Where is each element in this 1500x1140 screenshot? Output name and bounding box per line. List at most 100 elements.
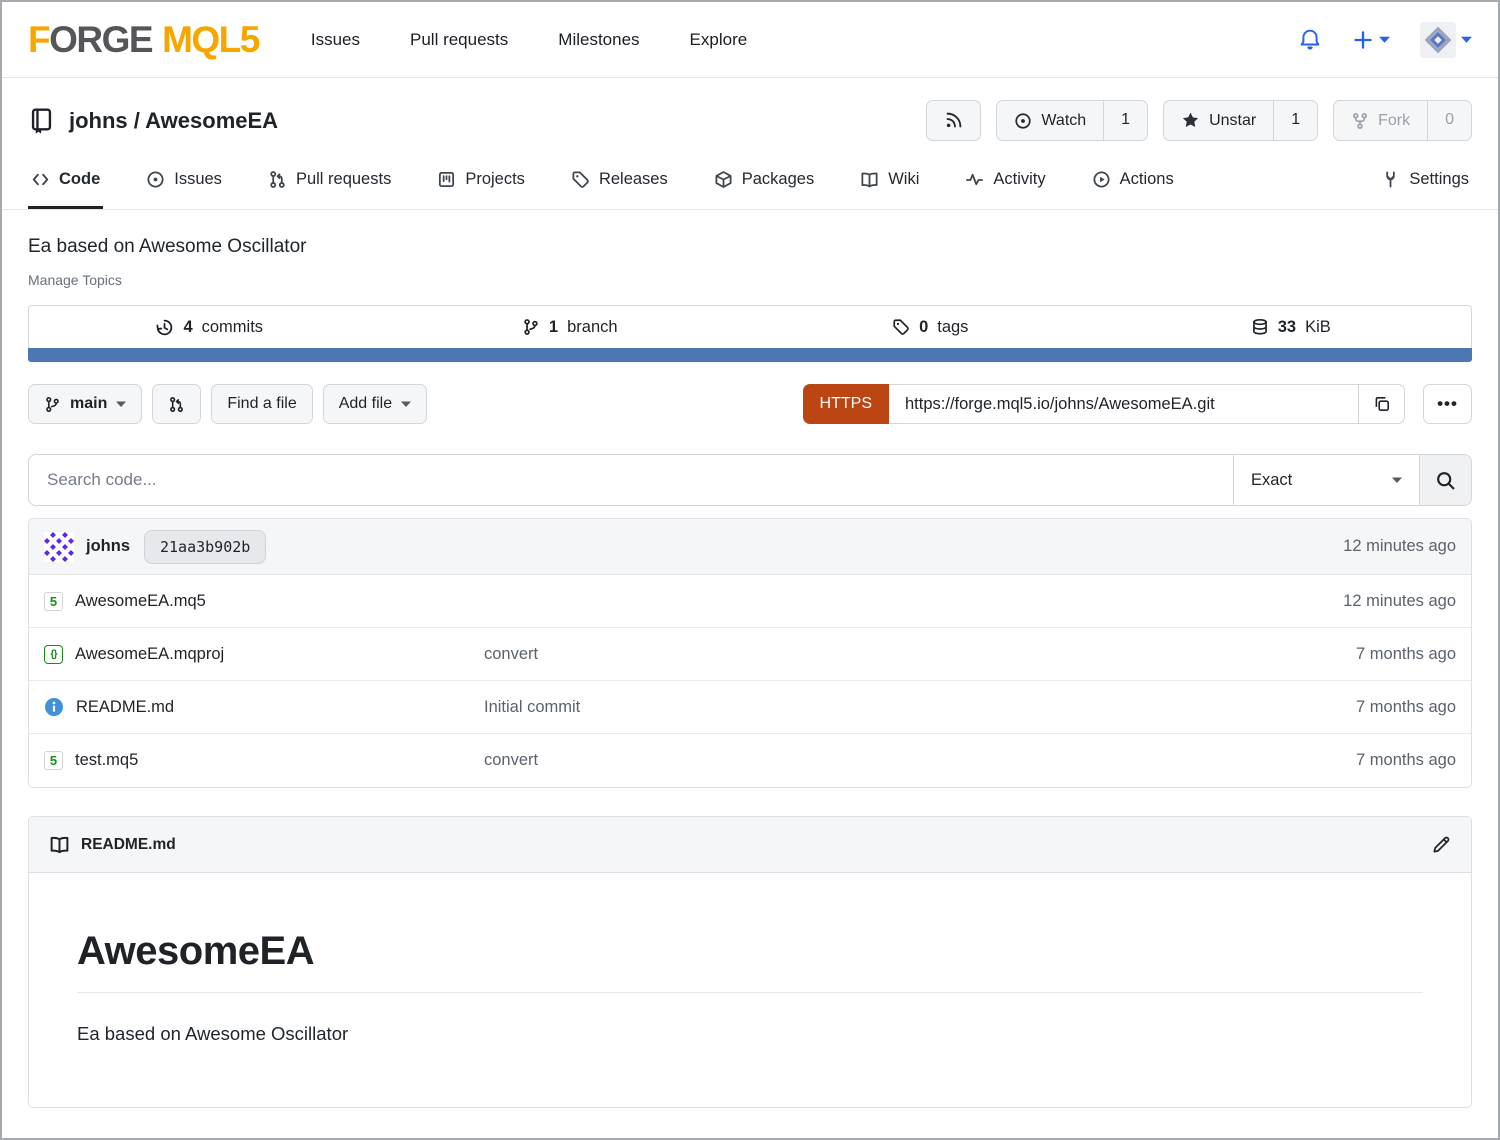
nav-right-actions <box>1298 22 1472 58</box>
tab-projects[interactable]: Projects <box>434 153 528 209</box>
readme-info-icon <box>44 697 64 717</box>
stat-size[interactable]: 33KiB <box>1111 306 1472 348</box>
https-protocol-button[interactable]: HTTPS <box>803 384 889 424</box>
branch-icon <box>44 396 61 413</box>
repo-book-icon <box>28 107 55 134</box>
book-open-icon <box>49 834 70 855</box>
file-row: 5 test.mq5 convert 7 months ago <box>29 734 1471 787</box>
logo-mql5: MQL5 <box>162 19 259 61</box>
repo-header: johns / AwesomeEA Watch 1 Unstar 1 <box>2 78 1498 153</box>
tab-settings[interactable]: Settings <box>1378 153 1472 209</box>
star-icon <box>1181 111 1200 130</box>
nav-link-milestones[interactable]: Milestones <box>558 30 639 50</box>
create-new-button[interactable] <box>1352 29 1390 51</box>
book-open-icon <box>860 170 879 189</box>
add-file-button[interactable]: Add file <box>323 384 427 424</box>
repo-actions: Watch 1 Unstar 1 Fork 0 <box>926 100 1472 141</box>
find-file-button[interactable]: Find a file <box>211 384 312 424</box>
clone-more-button[interactable]: ••• <box>1423 384 1472 424</box>
chevron-down-icon <box>1461 36 1472 43</box>
logo-forge-f: F <box>28 19 49 61</box>
file-table: johns 21aa3b902b 12 minutes ago 5 Awesom… <box>28 518 1472 788</box>
clone-url-input[interactable] <box>889 384 1359 424</box>
mq5-file-icon: 5 <box>44 592 63 611</box>
pencil-icon <box>1431 835 1451 855</box>
mqproj-file-icon: {} <box>44 645 63 664</box>
code-toolbar: main Find a file Add file HTTPS ••• <box>28 384 1472 424</box>
commit-hash[interactable]: 21aa3b902b <box>144 530 266 564</box>
package-icon <box>714 170 733 189</box>
stat-branches[interactable]: 1branch <box>390 306 751 348</box>
star-count[interactable]: 1 <box>1273 101 1317 140</box>
chevron-down-icon <box>1379 36 1390 43</box>
stat-tags[interactable]: 0tags <box>750 306 1111 348</box>
search-mode-select[interactable]: Exact <box>1234 454 1420 506</box>
repo-stats-bar: 4commits 1branch 0tags 33KiB <box>28 305 1472 348</box>
tab-code[interactable]: Code <box>28 153 103 209</box>
pull-request-icon <box>268 170 287 189</box>
commit-author[interactable]: johns <box>86 537 130 556</box>
tag-icon <box>892 318 910 336</box>
fork-icon <box>1351 112 1369 130</box>
watch-count[interactable]: 1 <box>1103 101 1147 140</box>
search-icon <box>1435 470 1456 491</box>
repo-description: Ea based on Awesome Oscillator <box>28 236 1472 258</box>
file-row: 5 AwesomeEA.mq5 12 minutes ago <box>29 575 1471 628</box>
tab-wiki[interactable]: Wiki <box>857 153 922 209</box>
user-menu[interactable] <box>1420 22 1472 58</box>
activity-pulse-icon <box>965 170 984 189</box>
commit-history-icon <box>155 318 174 337</box>
rss-button[interactable] <box>926 100 981 141</box>
tab-actions[interactable]: Actions <box>1089 153 1177 209</box>
user-avatar[interactable] <box>1420 22 1456 58</box>
issue-icon <box>146 170 165 189</box>
file-row: {} AwesomeEA.mqproj convert 7 months ago <box>29 628 1471 681</box>
notifications-bell-icon[interactable] <box>1298 28 1322 52</box>
clone-url-group: HTTPS <box>803 384 1405 424</box>
forge-mql5-logo[interactable]: FORGE MQL5 <box>28 19 259 61</box>
watch-button[interactable]: Watch <box>997 101 1103 140</box>
language-bar[interactable] <box>28 348 1472 362</box>
readme-filename[interactable]: README.md <box>81 836 176 854</box>
tab-activity[interactable]: Activity <box>962 153 1048 209</box>
repo-content: Ea based on Awesome Oscillator Manage To… <box>2 236 1498 1108</box>
top-navbar: FORGE MQL5 Issues Pull requests Mileston… <box>2 2 1498 78</box>
copy-url-button[interactable] <box>1359 384 1405 424</box>
manage-topics-link[interactable]: Manage Topics <box>28 272 1472 288</box>
tab-releases[interactable]: Releases <box>568 153 671 209</box>
repo-title: johns / AwesomeEA <box>28 107 278 134</box>
fork-count[interactable]: 0 <box>1427 101 1471 140</box>
readme-text: Ea based on Awesome Oscillator <box>77 1023 1423 1045</box>
tab-pull-requests[interactable]: Pull requests <box>265 153 394 209</box>
stat-commits[interactable]: 4commits <box>29 306 390 348</box>
tab-packages[interactable]: Packages <box>711 153 817 209</box>
readme-card: README.md AwesomeEA Ea based on Awesome … <box>28 816 1472 1108</box>
search-code-input[interactable] <box>28 454 1234 506</box>
watch-button-group: Watch 1 <box>996 100 1148 141</box>
eye-icon <box>1014 112 1032 130</box>
chevron-down-icon <box>116 401 126 407</box>
nav-link-explore[interactable]: Explore <box>690 30 748 50</box>
edit-readme-button[interactable] <box>1431 835 1451 855</box>
star-button-group: Unstar 1 <box>1163 100 1318 141</box>
chevron-down-icon <box>401 401 411 407</box>
settings-wrench-icon <box>1381 170 1400 189</box>
compare-branches-button[interactable] <box>152 384 201 424</box>
readme-header: README.md <box>29 817 1471 873</box>
commit-time: 12 minutes ago <box>1343 537 1456 556</box>
nav-link-issues[interactable]: Issues <box>311 30 360 50</box>
tab-issues[interactable]: Issues <box>143 153 225 209</box>
project-board-icon <box>437 170 456 189</box>
repo-full-name[interactable]: johns / AwesomeEA <box>69 108 278 134</box>
copy-icon <box>1373 395 1391 413</box>
branch-selector[interactable]: main <box>28 384 142 424</box>
fork-button-group: Fork 0 <box>1333 100 1472 141</box>
search-submit-button[interactable] <box>1420 454 1472 506</box>
branch-icon <box>522 318 540 336</box>
mq5-file-icon: 5 <box>44 751 63 770</box>
fork-button[interactable]: Fork <box>1334 101 1427 140</box>
nav-link-pull-requests[interactable]: Pull requests <box>410 30 508 50</box>
unstar-button[interactable]: Unstar <box>1164 101 1273 140</box>
code-search-bar: Exact <box>28 454 1472 506</box>
avatar[interactable] <box>44 532 74 562</box>
